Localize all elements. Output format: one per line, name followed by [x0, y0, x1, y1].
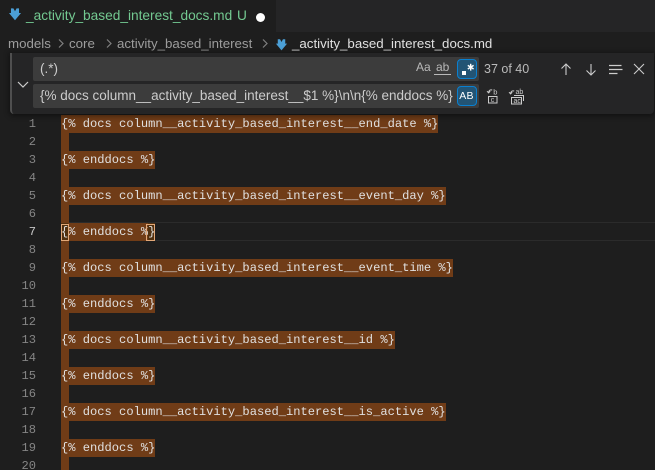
svg-text:c: c	[491, 97, 495, 104]
svg-text:ac: ac	[513, 98, 521, 105]
svg-text:ab: ab	[515, 89, 523, 96]
svg-text:b: b	[493, 88, 497, 97]
